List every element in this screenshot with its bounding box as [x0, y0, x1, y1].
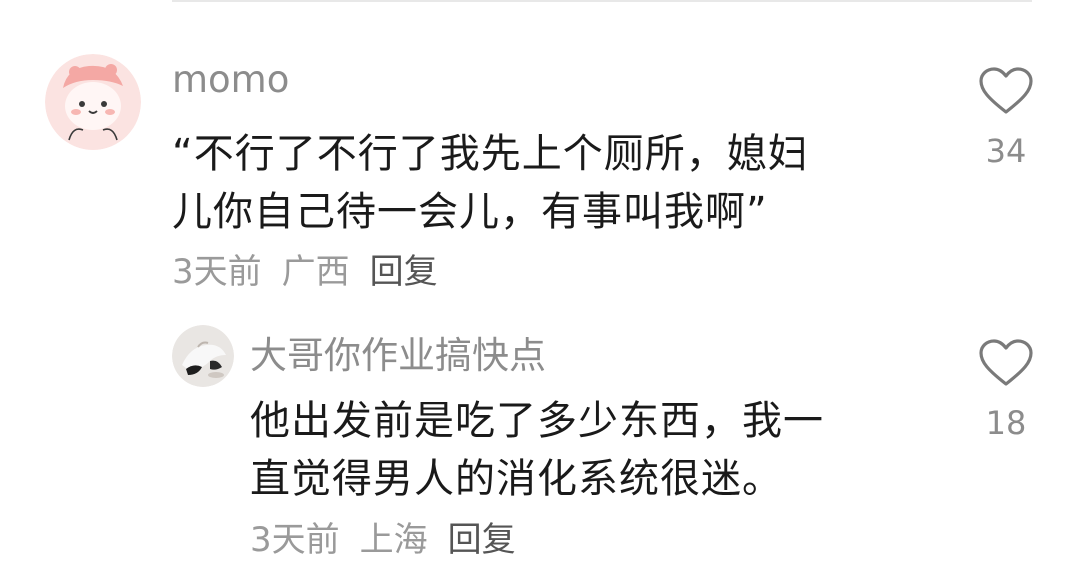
- comment-text-line: 他出发前是吃了多少东西，我一: [250, 398, 824, 444]
- username[interactable]: 大哥你作业搞快点: [250, 325, 546, 379]
- reply-button[interactable]: 回复: [448, 520, 516, 560]
- heart-outline-icon: [979, 339, 1033, 386]
- like-count: 18: [985, 404, 1027, 442]
- pink-bun-cartoon-avatar-icon: [45, 54, 141, 150]
- heart-outline-icon: [979, 67, 1033, 114]
- avatar[interactable]: [45, 54, 141, 150]
- like-button[interactable]: 18: [976, 338, 1036, 442]
- like-count: 34: [985, 132, 1027, 170]
- comment-text-line: 直觉得男人的消化系统很迷。: [250, 456, 783, 502]
- photo-avatar-icon: [172, 325, 234, 387]
- reply-button[interactable]: 回复: [370, 252, 438, 292]
- comment-text-line: 儿你自己待一会儿，有事叫我啊”: [172, 189, 768, 235]
- comment-meta: 3天前 上海 回复: [250, 512, 516, 561]
- username[interactable]: momo: [172, 58, 289, 101]
- comment-text: 他出发前是吃了多少东西，我一 直觉得男人的消化系统很迷。: [250, 392, 824, 508]
- comment-time: 3天前: [172, 252, 262, 292]
- comment-text: “不行了不行了我先上个厕所，媳妇 儿你自己待一会儿，有事叫我啊”: [172, 125, 809, 241]
- like-button[interactable]: 34: [976, 66, 1036, 170]
- comment-location: 上海: [359, 520, 428, 560]
- divider: [172, 0, 1032, 2]
- comment-time: 3天前: [250, 520, 340, 560]
- avatar[interactable]: [172, 325, 234, 387]
- comment-text-line: “不行了不行了我先上个厕所，媳妇: [172, 131, 809, 177]
- comment-location: 广西: [281, 252, 350, 292]
- comment-meta: 3天前 广西 回复: [172, 244, 438, 293]
